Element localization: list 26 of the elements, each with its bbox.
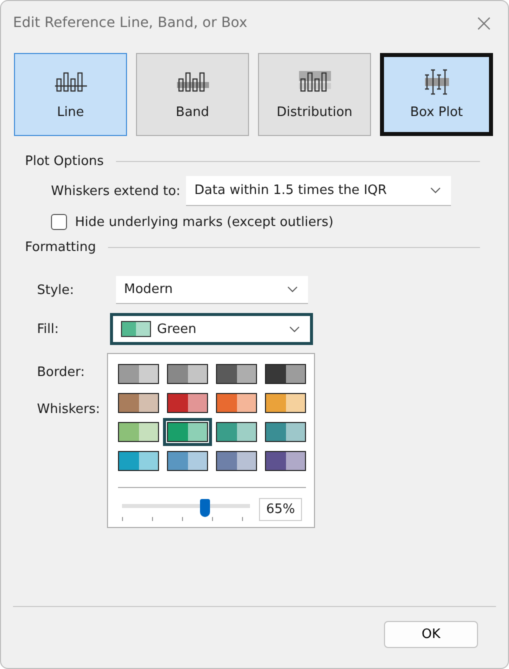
ok-button[interactable]: OK [384, 621, 478, 648]
slider-thumb[interactable] [200, 498, 210, 516]
field-label: Fill: [37, 322, 60, 336]
chevron-down-icon [287, 286, 298, 293]
type-button[interactable]: Box Plot [380, 53, 493, 136]
type-button[interactable]: Band [136, 53, 249, 136]
field-label: Whiskers extend to: [51, 184, 180, 198]
field-label: Style: [37, 282, 76, 298]
section-heading: Plot Options [25, 154, 104, 169]
window-title: Edit Reference Line, Band, or Box [13, 15, 248, 31]
field-label: Whiskers: [37, 402, 100, 417]
swatch-icon [121, 321, 151, 337]
color-swatch[interactable] [163, 418, 212, 446]
checkbox[interactable] [51, 214, 67, 230]
whiskers-dropdown[interactable]: Data within 1.5 times the IQR [186, 176, 452, 206]
section-heading: Formatting [25, 240, 96, 255]
close-button[interactable]: × [474, 9, 494, 37]
chevron-down-icon [289, 326, 300, 332]
chevron-down-icon [430, 187, 442, 194]
type-button[interactable]: Line [14, 53, 127, 136]
style-dropdown[interactable]: Modern [116, 276, 308, 304]
type-button[interactable]: Distribution [258, 53, 371, 136]
opacity-value: 65% [259, 498, 302, 521]
checkbox-label: Hide underlying marks (except outliers) [75, 214, 334, 230]
field-label: Border: [37, 365, 85, 380]
fill-dropdown[interactable]: Green [110, 313, 313, 345]
